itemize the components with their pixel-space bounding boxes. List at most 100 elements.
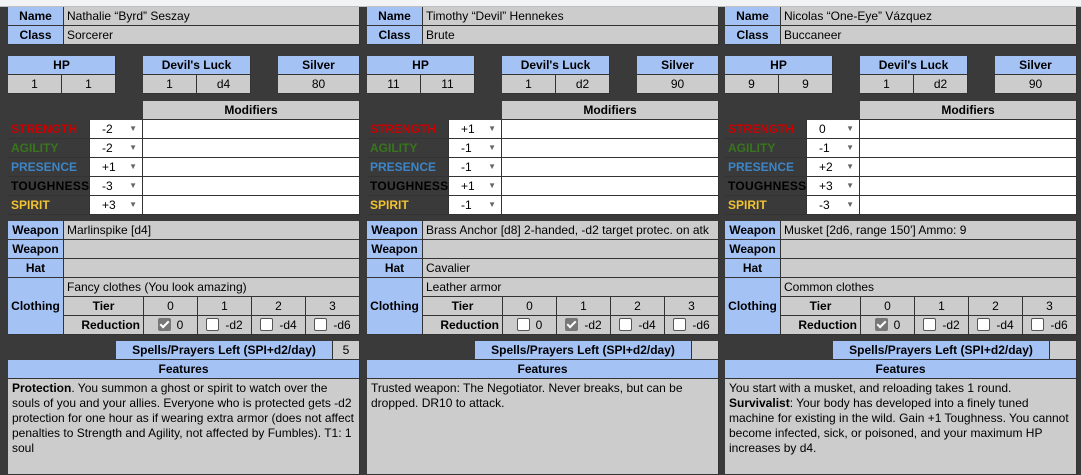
chevron-down-icon[interactable]: ▼ [846, 120, 854, 138]
chevron-down-icon[interactable]: ▼ [488, 139, 496, 157]
class-field[interactable]: Buccaneer [781, 26, 1077, 45]
checkbox-icon[interactable] [1031, 318, 1045, 331]
devils-luck-die[interactable]: d2 [556, 75, 610, 94]
silver-field[interactable]: 80 [278, 75, 360, 94]
hat-field[interactable] [64, 259, 360, 278]
name-field[interactable]: Timothy “Devil” Hennekes [423, 7, 719, 26]
hat-field[interactable] [781, 259, 1077, 278]
armor-reduction-2[interactable]: -d4 [611, 316, 665, 335]
checkbox-icon[interactable] [314, 318, 328, 331]
hp-current[interactable]: 11 [367, 75, 421, 94]
strength-notes[interactable] [860, 120, 1077, 139]
strength-modifier[interactable]: -2 ▼ [90, 120, 143, 139]
chevron-down-icon[interactable]: ▼ [488, 120, 496, 138]
silver-field[interactable]: 90 [995, 75, 1077, 94]
armor-reduction-1[interactable]: -d2 [198, 316, 252, 335]
weapon-1-field[interactable]: Marlinspike [d4] [64, 221, 360, 240]
name-field[interactable]: Nicolas “One-Eye” Vázquez [781, 7, 1077, 26]
armor-reduction-0[interactable]: 0 [144, 316, 198, 335]
armor-reduction-3[interactable]: -d6 [665, 316, 719, 335]
checkbox-icon[interactable] [619, 318, 633, 331]
agility-modifier[interactable]: -1 ▼ [807, 139, 860, 158]
chevron-down-icon[interactable]: ▼ [129, 120, 137, 138]
spells-left-field[interactable] [692, 341, 719, 360]
hp-max[interactable]: 1 [62, 75, 116, 94]
hp-current[interactable]: 1 [8, 75, 62, 94]
armor-reduction-1[interactable]: -d2 [915, 316, 969, 335]
checkbox-checked-icon[interactable] [565, 318, 579, 331]
name-field[interactable]: Nathalie “Byrd” Seszay [64, 7, 360, 26]
devils-luck-die[interactable]: d4 [197, 75, 251, 94]
class-field[interactable]: Brute [423, 26, 719, 45]
weapon-2-field[interactable] [423, 240, 719, 259]
clothing-field[interactable]: Fancy clothes (You look amazing) [64, 278, 360, 297]
hp-max[interactable]: 9 [779, 75, 833, 94]
hp-max[interactable]: 11 [421, 75, 475, 94]
spirit-notes[interactable] [143, 196, 360, 215]
presence-notes[interactable] [860, 158, 1077, 177]
armor-reduction-1[interactable]: -d2 [557, 316, 611, 335]
weapon-1-field[interactable]: Musket [2d6, range 150'] Ammo: 9 [781, 221, 1077, 240]
armor-reduction-0[interactable]: 0 [503, 316, 557, 335]
checkbox-icon[interactable] [516, 318, 530, 331]
hat-field[interactable]: Cavalier [423, 259, 719, 278]
armor-reduction-0[interactable]: 0 [861, 316, 915, 335]
spirit-modifier[interactable]: -3 ▼ [807, 196, 860, 215]
strength-notes[interactable] [502, 120, 719, 139]
armor-reduction-2[interactable]: -d4 [252, 316, 306, 335]
checkbox-icon[interactable] [206, 318, 220, 331]
chevron-down-icon[interactable]: ▼ [846, 158, 854, 176]
strength-modifier[interactable]: 0 ▼ [807, 120, 860, 139]
toughness-notes[interactable] [860, 177, 1077, 196]
checkbox-icon[interactable] [673, 318, 687, 331]
spells-left-field[interactable]: 5 [333, 341, 360, 360]
armor-reduction-3[interactable]: -d6 [1023, 316, 1077, 335]
presence-modifier[interactable]: +2 ▼ [807, 158, 860, 177]
spirit-notes[interactable] [502, 196, 719, 215]
checkbox-checked-icon[interactable] [157, 318, 171, 331]
agility-notes[interactable] [502, 139, 719, 158]
armor-reduction-2[interactable]: -d4 [969, 316, 1023, 335]
spirit-modifier[interactable]: -1 ▼ [449, 196, 502, 215]
chevron-down-icon[interactable]: ▼ [846, 139, 854, 157]
toughness-modifier[interactable]: -3 ▼ [90, 177, 143, 196]
toughness-modifier[interactable]: +1 ▼ [449, 177, 502, 196]
checkbox-icon[interactable] [923, 318, 937, 331]
weapon-2-field[interactable] [64, 240, 360, 259]
hp-current[interactable]: 9 [725, 75, 779, 94]
checkbox-icon[interactable] [260, 318, 274, 331]
spirit-notes[interactable] [860, 196, 1077, 215]
agility-notes[interactable] [860, 139, 1077, 158]
devils-luck-current[interactable]: 1 [502, 75, 556, 94]
chevron-down-icon[interactable]: ▼ [846, 196, 854, 214]
armor-reduction-3[interactable]: -d6 [306, 316, 360, 335]
presence-modifier[interactable]: -1 ▼ [449, 158, 502, 177]
strength-notes[interactable] [143, 120, 360, 139]
spirit-modifier[interactable]: +3 ▼ [90, 196, 143, 215]
spells-left-field[interactable] [1050, 341, 1077, 360]
devils-luck-current[interactable]: 1 [860, 75, 914, 94]
clothing-field[interactable]: Common clothes [781, 278, 1077, 297]
weapon-2-field[interactable] [781, 240, 1077, 259]
features-text[interactable]: You start with a musket, and reloading t… [725, 379, 1077, 475]
chevron-down-icon[interactable]: ▼ [129, 196, 137, 214]
chevron-down-icon[interactable]: ▼ [488, 177, 496, 195]
chevron-down-icon[interactable]: ▼ [129, 158, 137, 176]
devils-luck-current[interactable]: 1 [143, 75, 197, 94]
toughness-modifier[interactable]: +3 ▼ [807, 177, 860, 196]
chevron-down-icon[interactable]: ▼ [846, 177, 854, 195]
devils-luck-die[interactable]: d2 [914, 75, 968, 94]
agility-modifier[interactable]: -1 ▼ [449, 139, 502, 158]
features-text[interactable]: Trusted weapon: The Negotiator. Never br… [367, 379, 719, 475]
presence-modifier[interactable]: +1 ▼ [90, 158, 143, 177]
weapon-1-field[interactable]: Brass Anchor [d8] 2-handed, -d2 target p… [423, 221, 719, 240]
presence-notes[interactable] [502, 158, 719, 177]
chevron-down-icon[interactable]: ▼ [129, 139, 137, 157]
presence-notes[interactable] [143, 158, 360, 177]
toughness-notes[interactable] [502, 177, 719, 196]
chevron-down-icon[interactable]: ▼ [129, 177, 137, 195]
agility-notes[interactable] [143, 139, 360, 158]
chevron-down-icon[interactable]: ▼ [488, 196, 496, 214]
agility-modifier[interactable]: -2 ▼ [90, 139, 143, 158]
clothing-field[interactable]: Leather armor [423, 278, 719, 297]
